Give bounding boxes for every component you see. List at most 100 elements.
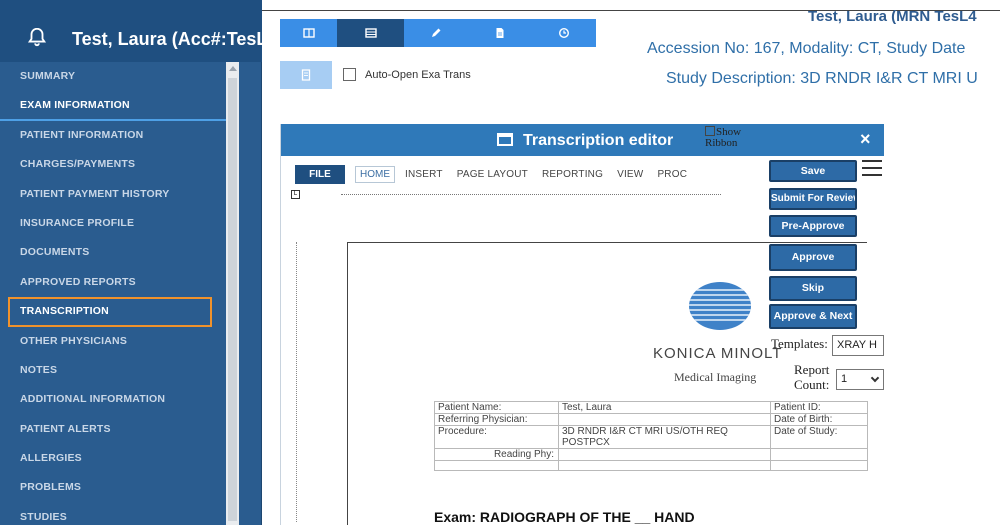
procedure-value: 3D RNDR I&R CT MRI US/OTH REQ POSTPCX <box>558 425 771 449</box>
logo-text: KONICA MINOLT <box>653 345 783 362</box>
bell-icon[interactable] <box>26 26 48 48</box>
sidebar-item-summary[interactable]: SUMMARY <box>0 62 226 91</box>
horizontal-ruler[interactable] <box>341 194 721 200</box>
report-count-label-2: Count: <box>794 377 830 392</box>
tab-file[interactable]: FILE <box>295 164 345 184</box>
columns-icon <box>302 28 315 38</box>
sidebar-item-insurance-profile[interactable]: INSURANCE PROFILE <box>0 209 226 238</box>
transcription-doc-button[interactable] <box>280 61 332 89</box>
sidebar-item-exam-information[interactable]: EXAM INFORMATION <box>0 91 226 121</box>
accession-info: Accession No: 167, Modality: CT, Study D… <box>647 40 966 57</box>
edit-button[interactable] <box>404 19 468 47</box>
dob-label: Date of Birth: <box>770 413 868 426</box>
report-count-value: 1 <box>841 373 848 385</box>
date-of-study-label: Date of Study: <box>770 425 868 449</box>
report-count-label: Report Count: <box>794 362 829 392</box>
window-icon <box>497 133 513 146</box>
patient-name-label: Patient Name: <box>434 401 559 414</box>
sidebar-item-studies[interactable]: STUDIES <box>0 503 226 532</box>
referring-physician-value <box>558 413 771 426</box>
patient-id-label: Patient ID: <box>770 401 868 414</box>
vertical-ruler <box>296 242 297 522</box>
tab-home[interactable]: HOME <box>355 165 395 183</box>
chevron-down-icon <box>870 373 880 383</box>
editor-titlebar: Transcription editor × <box>281 124 884 156</box>
auto-open-label: Auto-Open Exa Trans <box>365 68 471 81</box>
clock-icon <box>558 27 570 39</box>
sidebar-item-patient-alerts[interactable]: PATIENT ALERTS <box>0 415 226 444</box>
exam-heading: Exam: RADIOGRAPH OF THE __ HAND <box>434 509 695 525</box>
templates-select[interactable]: XRAY H <box>832 335 884 356</box>
show-ribbon-toggle[interactable]: Show Ribbon <box>705 126 741 149</box>
reading-phy-label: Reading Phy: <box>434 448 559 461</box>
report-count-select[interactable]: 1 <box>836 369 884 390</box>
hamburger-icon[interactable] <box>862 160 882 180</box>
patient-info-table: Patient Name: Test, Laura Patient ID: Re… <box>434 401 868 471</box>
columns-view-button[interactable] <box>280 19 337 47</box>
pencil-icon <box>432 28 441 37</box>
table-row: Procedure: 3D RNDR I&R CT MRI US/OTH REQ… <box>434 425 868 449</box>
table-row: Referring Physician: Date of Birth: <box>434 413 868 426</box>
transcription-editor: Transcription editor × FILE HOME INSERT … <box>280 124 884 525</box>
show-ribbon-checkbox[interactable] <box>705 126 715 136</box>
history-button[interactable] <box>532 19 596 47</box>
tab-view[interactable]: VIEW <box>617 169 643 180</box>
list-view-button[interactable] <box>337 19 404 47</box>
sidebar-item-notes[interactable]: NOTES <box>0 356 226 385</box>
approve-and-next-button[interactable]: Approve & Next <box>769 304 857 329</box>
approve-button[interactable]: Approve <box>769 244 857 271</box>
report-count-label-1: Report <box>794 362 830 377</box>
sidebar-item-documents[interactable]: DOCUMENTS <box>0 238 226 267</box>
table-row: Reading Phy: <box>434 448 868 461</box>
konica-minolta-logo-icon <box>689 282 751 330</box>
editor-title: Transcription editor <box>523 132 674 149</box>
sidebar-item-allergies[interactable]: ALLERGIES <box>0 444 226 473</box>
tab-stop-selector[interactable]: L <box>291 190 300 199</box>
editor-ribbon: FILE HOME INSERT PAGE LAYOUT REPORTING V… <box>295 164 701 184</box>
sidebar-item-patient-information[interactable]: PATIENT INFORMATION <box>0 121 226 150</box>
pre-approve-button[interactable]: Pre-Approve <box>769 215 857 237</box>
sidebar-item-other-physicians[interactable]: OTHER PHYSICIANS <box>0 327 226 356</box>
tab-page-layout[interactable]: PAGE LAYOUT <box>457 169 528 180</box>
signature-cell <box>770 460 868 471</box>
document-button[interactable] <box>468 19 532 47</box>
patient-title: Test, Laura (Acc#:TesL <box>72 29 262 49</box>
procedure-label: Procedure: <box>434 425 559 449</box>
tab-insert[interactable]: INSERT <box>405 169 443 180</box>
auto-open-toggle[interactable]: Auto-Open Exa Trans <box>343 68 471 81</box>
list-icon <box>364 28 377 38</box>
sidebar-header: Test, Laura (Acc#:TesL <box>0 0 262 62</box>
patient-name-mrn: Test, Laura (MRN TesL4 <box>808 8 977 25</box>
signature-cell <box>434 460 559 471</box>
scroll-up-arrow-icon[interactable] <box>229 66 237 71</box>
save-button[interactable]: Save <box>769 160 857 182</box>
skip-button[interactable]: Skip <box>769 276 857 301</box>
submit-for-review-button[interactable]: Submit For Review <box>769 188 857 210</box>
templates-label: Templates: <box>771 336 828 351</box>
auto-open-checkbox[interactable] <box>343 68 356 81</box>
sidebar-item-charges-payments[interactable]: CHARGES/PAYMENTS <box>0 150 226 179</box>
sidebar-item-transcription[interactable]: TRANSCRIPTION <box>8 297 212 327</box>
study-description: Study Description: 3D RNDR I&R CT MRI U <box>666 70 978 87</box>
empty-cell <box>770 448 868 461</box>
close-icon[interactable]: × <box>860 129 871 150</box>
document-light-icon <box>301 69 311 81</box>
scrollbar-thumb[interactable] <box>228 78 237 521</box>
view-toolbar <box>280 19 596 47</box>
signature-cell <box>558 460 771 471</box>
sidebar-item-additional-information[interactable]: ADDITIONAL INFORMATION <box>0 385 226 414</box>
tab-proc[interactable]: PROC <box>657 169 687 180</box>
table-row: Patient Name: Test, Laura Patient ID: <box>434 401 868 414</box>
sidebar-item-approved-reports[interactable]: APPROVED REPORTS <box>0 268 226 297</box>
sidebar: Test, Laura (Acc#:TesL SUMMARY EXAM INFO… <box>0 0 262 525</box>
show-ribbon-label-2: Ribbon <box>705 137 738 149</box>
tab-reporting[interactable]: REPORTING <box>542 169 603 180</box>
table-row <box>434 460 868 471</box>
patient-name-value: Test, Laura <box>558 401 771 414</box>
referring-physician-label: Referring Physician: <box>434 413 559 426</box>
sidebar-item-patient-payment-history[interactable]: PATIENT PAYMENT HISTORY <box>0 180 226 209</box>
sidebar-scrollbar[interactable] <box>226 62 239 525</box>
document-icon <box>496 28 504 38</box>
sidebar-item-problems[interactable]: PROBLEMS <box>0 473 226 502</box>
reading-phy-value <box>558 448 771 461</box>
